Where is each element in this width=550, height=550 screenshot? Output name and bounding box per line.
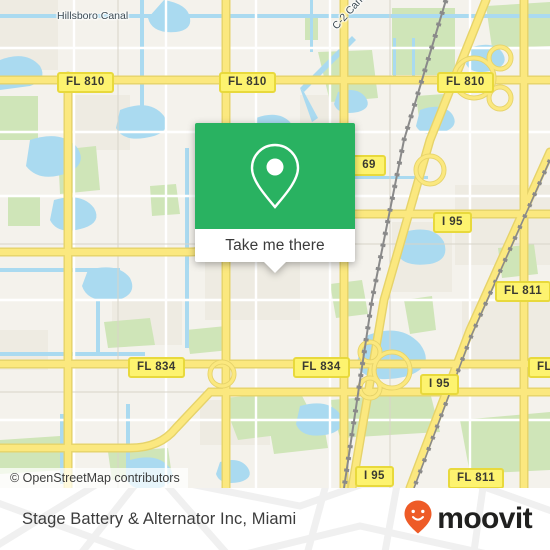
shield-i-95-mid[interactable]: I 95 [420,374,459,395]
shield-fl-810-mid[interactable]: FL 810 [219,72,276,93]
shield-i-95-south[interactable]: I 95 [355,466,394,487]
take-me-there-callout[interactable]: Take me there [195,123,355,273]
map-pin-icon [246,140,304,212]
hillsboro-canal-label: Hillsboro Canal [57,10,129,22]
callout-label: Take me there [225,236,325,254]
shield-fl-834-mid[interactable]: FL 834 [293,357,350,378]
moovit-wordmark: moovit [437,502,532,535]
shield-fl-810-west[interactable]: FL 810 [57,72,114,93]
shield-fl-811-north[interactable]: FL 811 [495,281,550,302]
shield-fl-811-south[interactable]: FL 811 [448,468,504,488]
place-title: Stage Battery & Alternator Inc, Miami [22,509,297,528]
moovit-logo[interactable]: moovit [403,488,533,550]
shield-fl-869[interactable]: 69 [352,155,386,176]
shield-fl-834-west[interactable]: FL 834 [128,357,185,378]
callout-action-panel[interactable]: Take me there [195,229,355,262]
map-canvas[interactable]: Hillsboro Canal C-2 Canal FL 810 FL 810 … [0,0,550,488]
footer-bar: Stage Battery & Alternator Inc, Miami mo… [0,488,550,550]
moovit-pin-icon [403,499,433,540]
shield-fl-834-east[interactable]: FL 8 [528,357,550,378]
map-page: Hillsboro Canal C-2 Canal FL 810 FL 810 … [0,0,550,550]
shield-i-95-north[interactable]: I 95 [433,212,472,233]
shield-fl-810-east[interactable]: FL 810 [437,72,494,93]
osm-attribution[interactable]: © OpenStreetMap contributors [0,468,188,488]
callout-pointer [264,262,286,273]
callout-icon-panel [195,123,355,229]
